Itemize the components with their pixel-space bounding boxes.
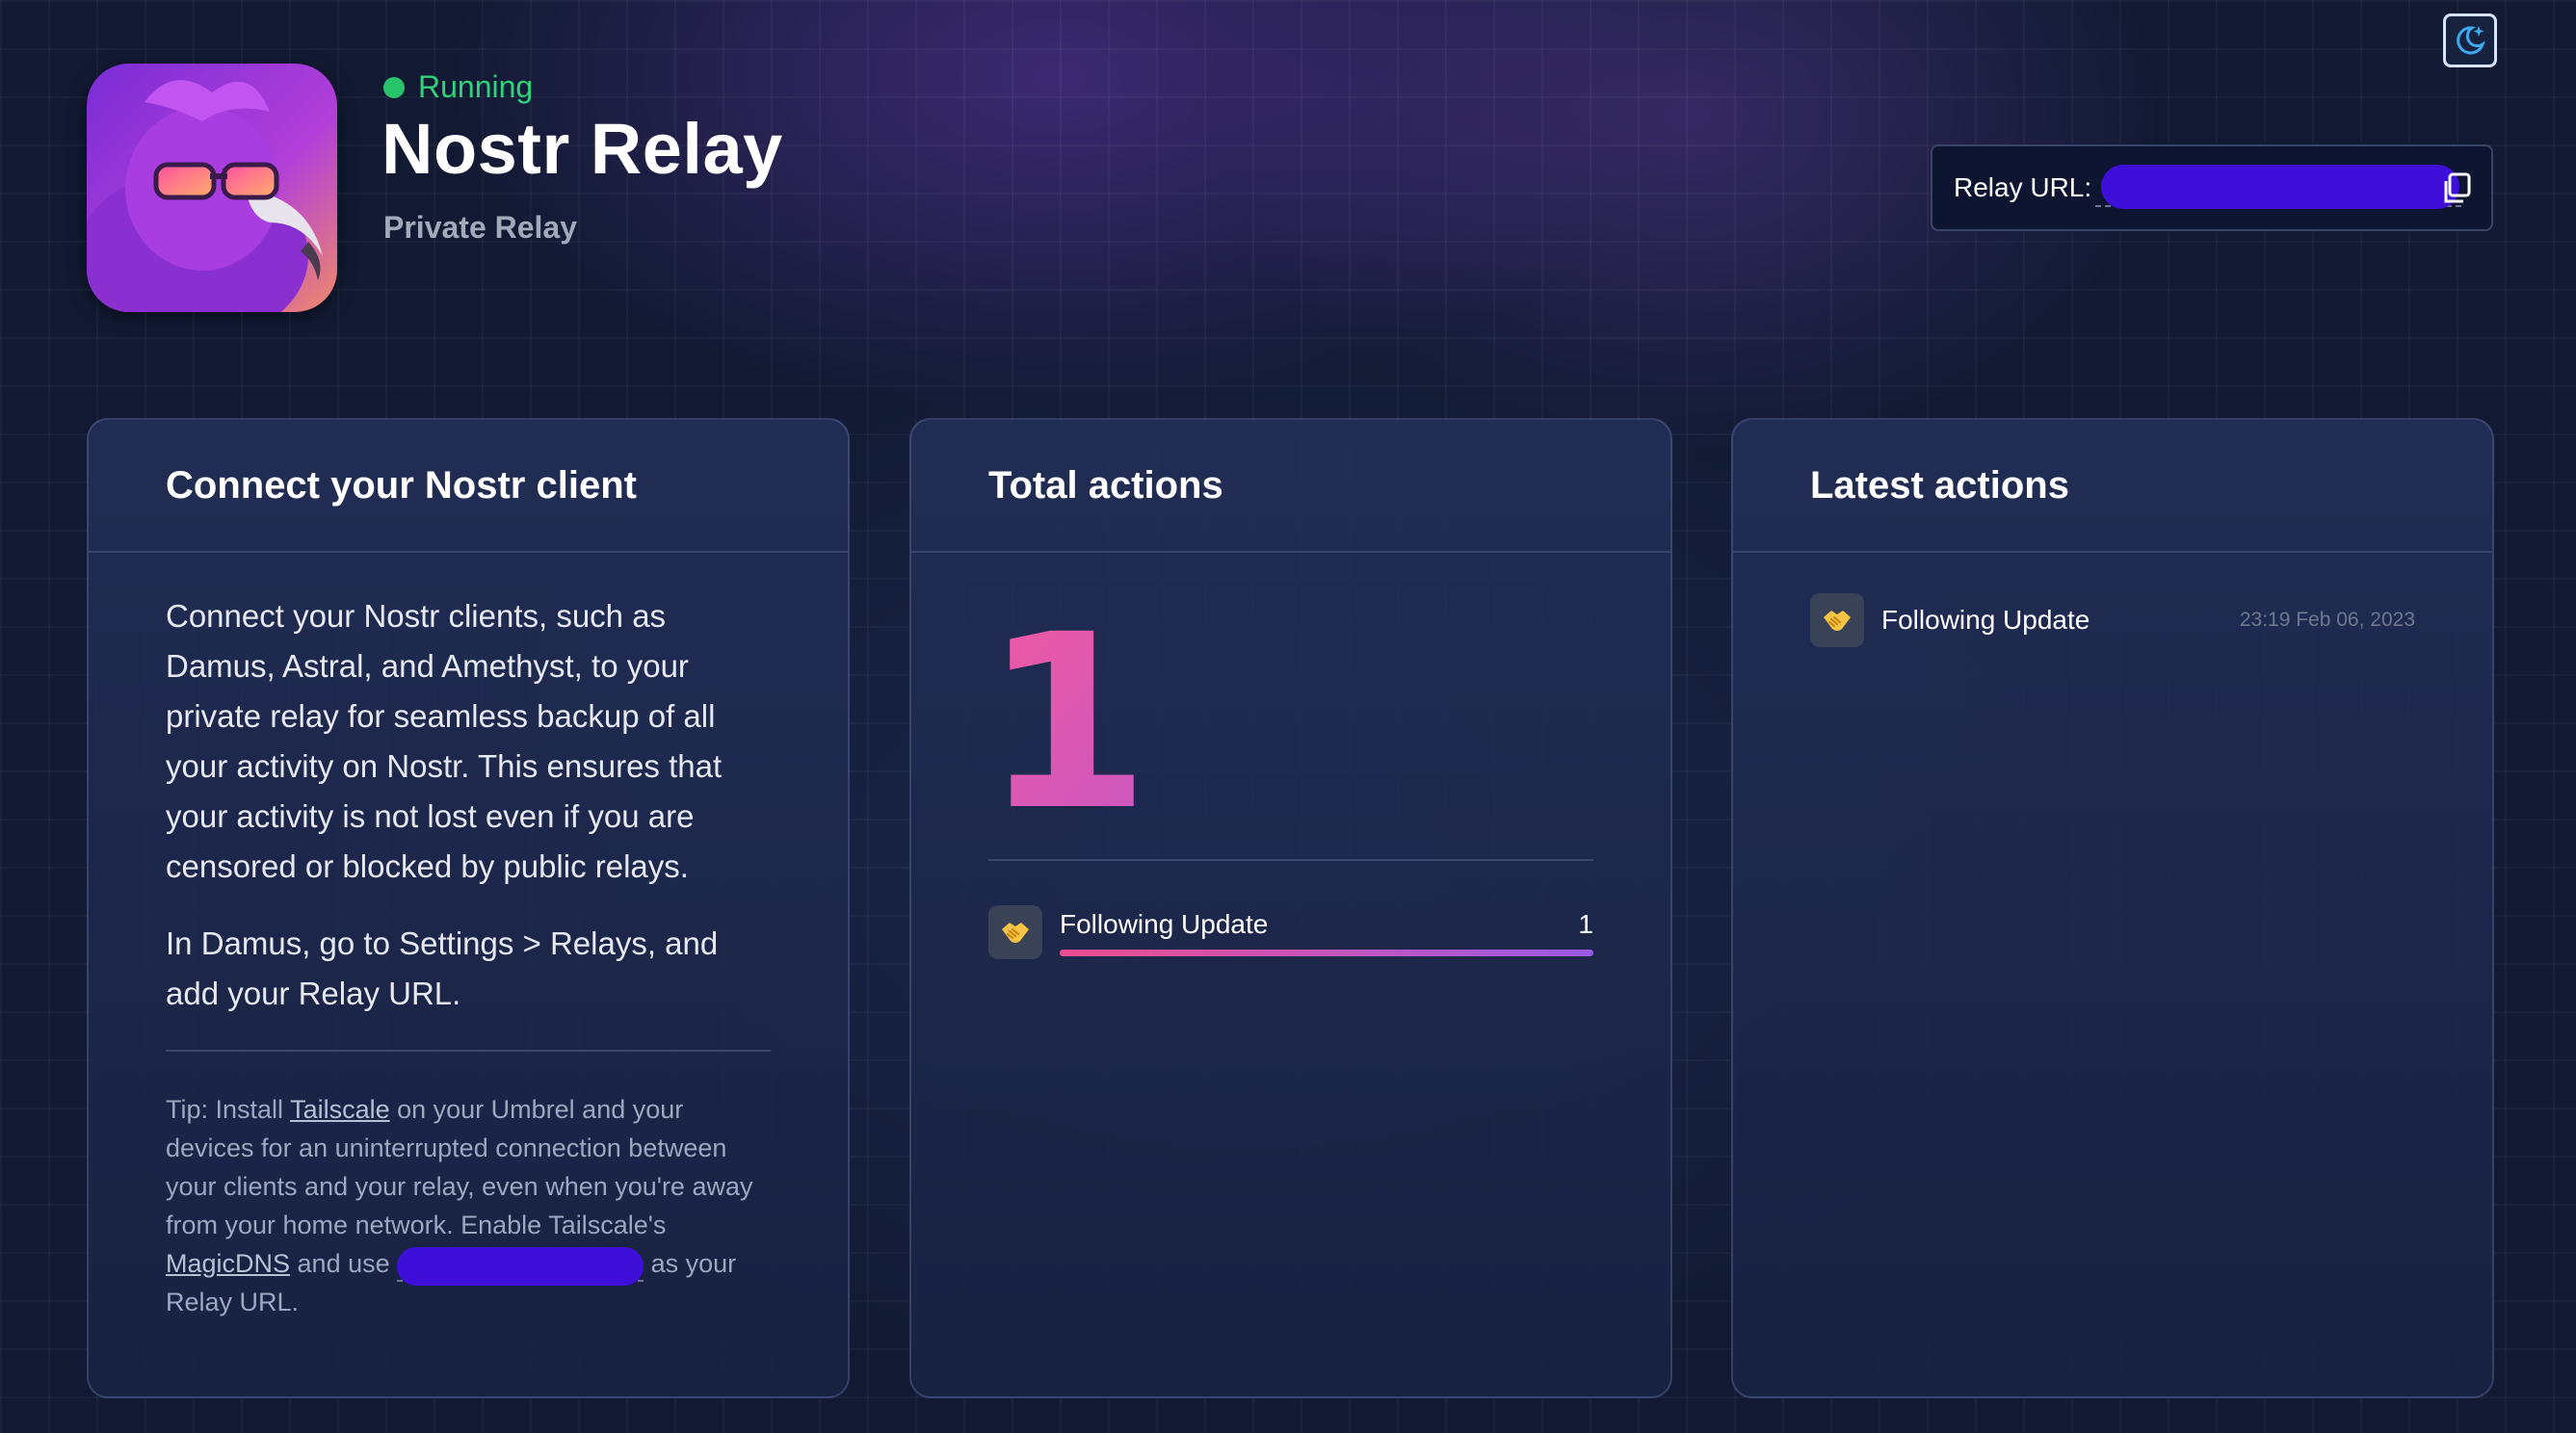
action-stat-bar <box>1060 949 1593 956</box>
latest-action-item: Following Update 23:19 Feb 06, 2023 <box>1810 593 2415 647</box>
tailscale-link[interactable]: Tailscale <box>290 1095 390 1124</box>
action-stat-label: Following Update <box>1060 908 1269 939</box>
tailscale-tip: Tip: Install Tailscale on your Umbrel an… <box>166 1090 771 1321</box>
tailscale-url-value[interactable] <box>397 1246 644 1286</box>
latest-action-time: 23:19 Feb 06, 2023 <box>2239 609 2415 631</box>
action-stat-row: Following Update 1 <box>988 905 1593 959</box>
damus-instructions: In Damus, go to Settings > Relays, and a… <box>166 925 719 1011</box>
total-actions-title: Total actions <box>911 420 1670 553</box>
theme-toggle-button[interactable] <box>2443 13 2497 67</box>
action-stat-count: 1 <box>1578 908 1593 939</box>
tip-prefix: Tip: Install <box>166 1095 291 1124</box>
connect-card-title: Connect your Nostr client <box>89 420 848 553</box>
app-subtitle: Private Relay <box>383 210 578 245</box>
divider <box>166 1050 771 1052</box>
latest-actions-card: Latest actions Following Update 23:19 Fe… <box>1731 418 2494 1398</box>
copy-icon <box>2444 172 2471 203</box>
moon-star-icon <box>2457 26 2485 55</box>
connect-description: Connect your Nostr clients, such as Damu… <box>166 598 723 884</box>
connect-client-card: Connect your Nostr client Connect your N… <box>87 418 850 1398</box>
latest-action-label: Following Update <box>1881 605 2090 635</box>
relay-url-label: Relay URL: <box>1954 172 2092 202</box>
handshake-icon <box>1810 593 1864 647</box>
relay-url-box: Relay URL: <box>1931 144 2493 231</box>
status-indicator: Running <box>383 69 533 105</box>
relay-url-value[interactable] <box>2095 165 2462 209</box>
tip-and-use: and use <box>290 1249 398 1278</box>
latest-actions-title: Latest actions <box>1733 420 2492 553</box>
total-actions-count: 1 <box>983 603 1593 844</box>
app-icon <box>87 64 337 312</box>
status-dot <box>383 76 405 98</box>
copy-button[interactable] <box>2441 171 2474 206</box>
handshake-icon <box>988 905 1042 959</box>
magicdns-link[interactable]: MagicDNS <box>166 1249 290 1278</box>
redaction-mark <box>397 1246 644 1286</box>
app-title: Nostr Relay <box>381 109 783 189</box>
total-actions-card: Total actions 1 Following Update 1 <box>909 418 1672 1398</box>
status-text: Running <box>418 69 534 104</box>
redaction-mark <box>2101 165 2460 209</box>
